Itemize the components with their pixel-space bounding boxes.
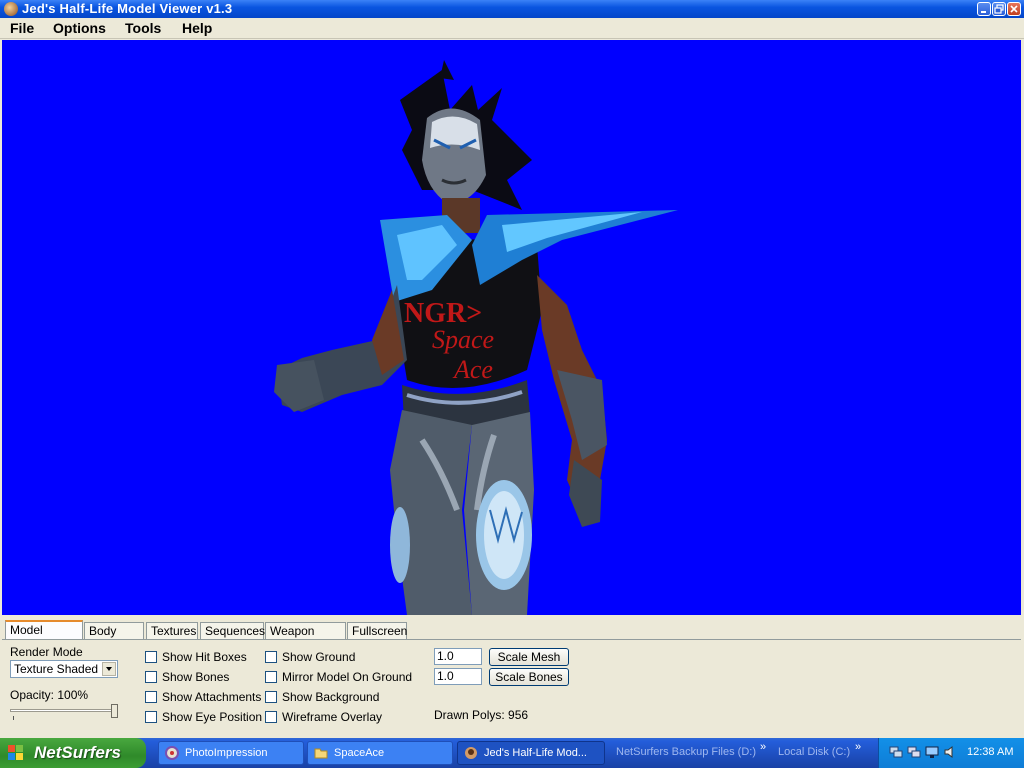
show-background-checkbox[interactable] <box>265 691 277 703</box>
speaker-icon[interactable] <box>943 745 957 759</box>
menu-file[interactable]: File <box>10 20 34 36</box>
show-eye-position-checkbox[interactable] <box>145 711 157 723</box>
opacity-slider-track[interactable] <box>10 709 118 712</box>
network-icon[interactable] <box>889 745 903 759</box>
drawn-polys-label: Drawn Polys: 956 <box>434 708 529 722</box>
model-display-panel: Render Mode Texture Shaded Opacity: 100%… <box>2 639 1021 736</box>
clock: 12:38 AM <box>967 746 1014 758</box>
chest-text-2: Space <box>432 325 494 354</box>
menu-help[interactable]: Help <box>182 20 212 36</box>
folder-icon <box>314 748 328 759</box>
tab-body-parts[interactable]: Body Parts <box>84 622 144 655</box>
tab-strip: Model Display Body Parts Textures Sequen… <box>2 620 1021 655</box>
taskbar-item-label: SpaceAce <box>334 747 385 759</box>
show-hit-boxes-label: Show Hit Boxes <box>162 650 247 664</box>
opacity-label: Opacity: 100% <box>10 688 89 702</box>
slider-tick <box>13 716 14 720</box>
model-render: NGR> Space Ace <box>274 60 678 615</box>
taskbar-item-label: PhotoImpression <box>185 747 268 759</box>
show-attachments-checkbox[interactable] <box>145 691 157 703</box>
render-mode-select[interactable]: Texture Shaded <box>10 660 118 678</box>
taskbar-item-label: Jed's Half-Life Mod... <box>484 747 587 759</box>
monitor-icon[interactable] <box>925 745 939 759</box>
taskbar-item-model-viewer[interactable]: Jed's Half-Life Mod... <box>457 741 605 765</box>
scale-mesh-button[interactable]: Scale Mesh <box>489 648 569 666</box>
close-button[interactable] <box>1007 2 1021 16</box>
show-eye-position-label: Show Eye Position <box>162 710 263 724</box>
app-icon <box>4 2 18 16</box>
chevron-right-icon[interactable]: » <box>760 741 766 753</box>
photo-icon <box>165 746 179 760</box>
wireframe-overlay-label: Wireframe Overlay <box>282 710 383 724</box>
show-hit-boxes-checkbox[interactable] <box>145 651 157 663</box>
mirror-model-checkbox[interactable] <box>265 671 277 683</box>
show-ground-checkbox[interactable] <box>265 651 277 663</box>
quick-launch-local-disk[interactable]: Local Disk (C:) <box>778 746 850 758</box>
tab-textures[interactable]: Textures <box>146 622 198 639</box>
tab-model-display[interactable]: Model Display <box>5 620 83 653</box>
start-button[interactable]: NetSurfers <box>0 738 146 768</box>
title-bar[interactable]: Jed's Half-Life Model Viewer v1.3 <box>0 0 1024 18</box>
scale-mesh-input[interactable]: 1.0 <box>434 648 482 665</box>
restore-button[interactable] <box>992 2 1006 16</box>
render-mode-value: Texture Shaded <box>14 662 99 676</box>
menu-options[interactable]: Options <box>53 20 106 36</box>
wireframe-overlay-checkbox[interactable] <box>265 711 277 723</box>
minimize-button[interactable] <box>977 2 991 16</box>
show-ground-label: Show Ground <box>282 650 356 664</box>
taskbar-item-spaceace[interactable]: SpaceAce <box>307 741 453 765</box>
app-icon <box>465 747 477 759</box>
window-title: Jed's Half-Life Model Viewer v1.3 <box>22 1 233 16</box>
system-tray: 12:38 AM <box>878 738 1024 768</box>
show-bones-checkbox[interactable] <box>145 671 157 683</box>
tab-weapon-origin[interactable]: Weapon Origin <box>265 622 346 655</box>
tab-sequences[interactable]: Sequences <box>200 622 265 639</box>
opacity-slider-thumb[interactable] <box>111 704 118 718</box>
menu-bar: File Options Tools Help <box>0 18 1024 39</box>
network-icon[interactable] <box>907 745 921 759</box>
scale-bones-input[interactable]: 1.0 <box>434 668 482 685</box>
taskbar: NetSurfers PhotoImpression SpaceAce Jed'… <box>0 738 1024 768</box>
show-background-label: Show Background <box>282 690 380 704</box>
chevron-down-icon[interactable] <box>102 662 116 676</box>
show-bones-label: Show Bones <box>162 670 230 684</box>
menu-tools[interactable]: Tools <box>125 20 161 36</box>
show-attachments-label: Show Attachments <box>162 690 262 704</box>
mirror-model-label: Mirror Model On Ground <box>282 670 413 684</box>
render-mode-label: Render Mode <box>10 645 83 659</box>
start-label: NetSurfers <box>34 743 121 762</box>
tab-fullscreen[interactable]: Fullscreen <box>347 622 407 639</box>
quick-launch-backup-drive[interactable]: NetSurfers Backup Files (D:) <box>616 746 756 758</box>
taskbar-item-photoimpression[interactable]: PhotoImpression <box>158 741 304 765</box>
chevron-right-icon[interactable]: » <box>855 741 861 753</box>
scale-bones-button[interactable]: Scale Bones <box>489 668 569 686</box>
model-viewport[interactable]: NGR> Space Ace <box>2 40 1021 615</box>
windows-flag-icon <box>8 745 23 760</box>
chest-text-3: Ace <box>452 355 493 384</box>
